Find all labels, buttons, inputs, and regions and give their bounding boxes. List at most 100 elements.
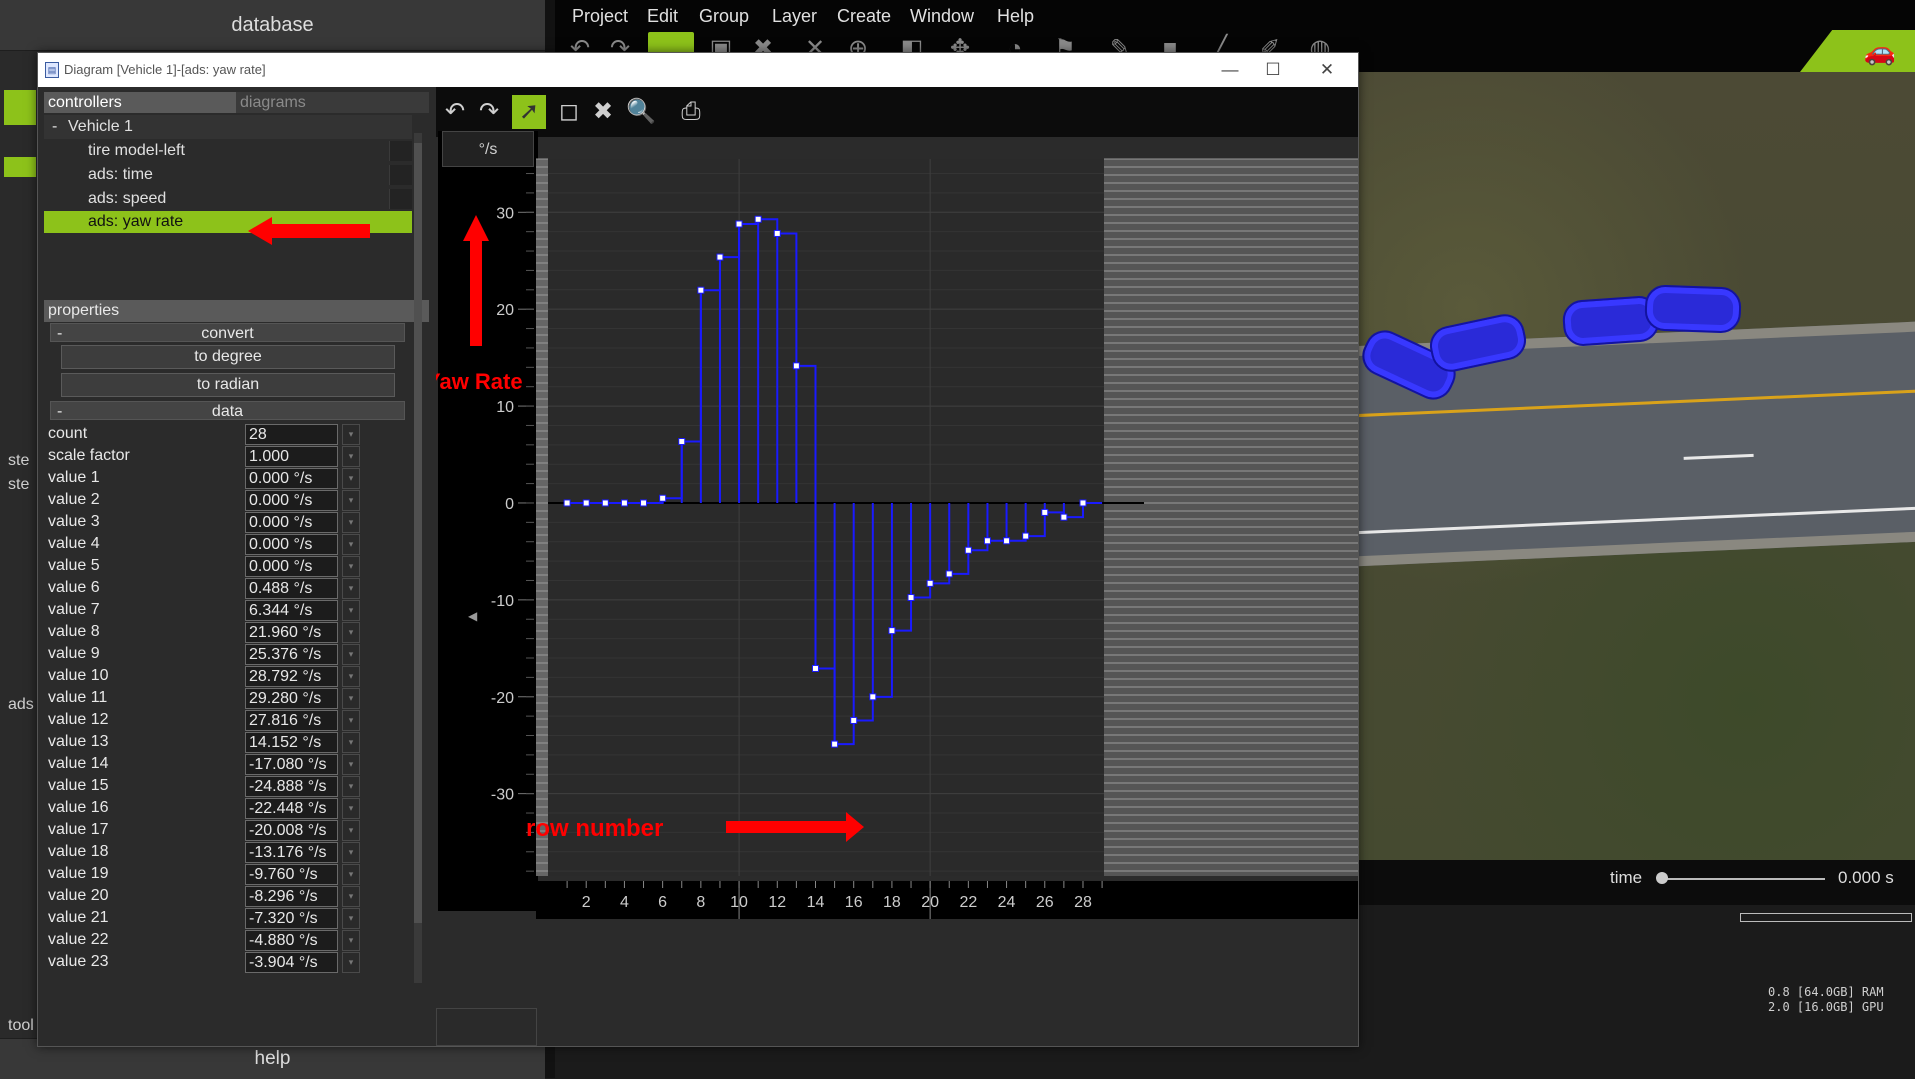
data-point[interactable]	[1041, 508, 1049, 516]
to-radian-button[interactable]: to radian	[61, 373, 395, 397]
chevron-down-icon[interactable]: ▾	[342, 578, 360, 599]
property-value-field[interactable]: 0.000 °/s	[245, 490, 338, 511]
menu-help[interactable]: Help	[997, 6, 1034, 27]
data-point[interactable]	[850, 716, 858, 724]
tab-controllers[interactable]: controllers	[44, 92, 236, 113]
chevron-down-icon[interactable]: ▾	[342, 908, 360, 929]
maximize-button[interactable]: ☐	[1253, 57, 1293, 83]
property-value-field[interactable]: -20.008 °/s	[245, 820, 338, 841]
zoom-icon[interactable]: 🔍	[624, 95, 658, 129]
minimize-button[interactable]: —	[1210, 57, 1250, 83]
chevron-down-icon[interactable]: ▾	[342, 512, 360, 533]
group-collapse-toggle[interactable]: -	[57, 324, 62, 343]
tree-item-ads-time[interactable]: ads: time	[44, 163, 412, 187]
property-value-field[interactable]: 27.816 °/s	[245, 710, 338, 731]
property-value-field[interactable]: 1.000	[245, 446, 338, 467]
time-slider-handle[interactable]	[1656, 872, 1668, 884]
property-value-field[interactable]: 21.960 °/s	[245, 622, 338, 643]
chevron-down-icon[interactable]: ▾	[342, 710, 360, 731]
chevron-down-icon[interactable]: ▾	[342, 622, 360, 643]
chevron-down-icon[interactable]: ▾	[342, 424, 360, 445]
properties-scrollbar-thumb[interactable]	[414, 143, 422, 923]
chevron-down-icon[interactable]: ▾	[342, 864, 360, 885]
chevron-down-icon[interactable]: ▾	[342, 666, 360, 687]
delete-icon[interactable]: ✖	[586, 95, 620, 129]
data-point[interactable]	[678, 437, 686, 445]
rectangle-select-icon[interactable]: ◻	[552, 95, 586, 129]
chevron-down-icon[interactable]: ▾	[342, 886, 360, 907]
chevron-down-icon[interactable]: ▾	[342, 776, 360, 797]
menu-layer[interactable]: Layer	[772, 6, 817, 27]
yaw-rate-chart[interactable]: 3020100-10-20-302 4 6 8 10 12 14 16 18 20 22 24 26 28…	[436, 131, 1358, 1046]
data-point[interactable]	[659, 494, 667, 502]
property-value-field[interactable]: -13.176 °/s	[245, 842, 338, 863]
close-button[interactable]: ✕	[1307, 57, 1347, 83]
tree-node-vehicle[interactable]: - Vehicle 1	[44, 115, 412, 139]
chevron-down-icon[interactable]: ▾	[342, 600, 360, 621]
data-point[interactable]	[964, 546, 972, 554]
menu-edit[interactable]: Edit	[647, 6, 678, 27]
undo-icon[interactable]: ↶	[438, 95, 472, 129]
data-point[interactable]	[1003, 537, 1011, 545]
data-point[interactable]	[735, 220, 743, 228]
data-point[interactable]	[831, 740, 839, 748]
data-point[interactable]	[926, 579, 934, 587]
window-title-bar[interactable]: ▤ Diagram [Vehicle 1]-[ads: yaw rate] — …	[38, 53, 1358, 87]
property-value-field[interactable]: -8.296 °/s	[245, 886, 338, 907]
property-value-field[interactable]: 0.488 °/s	[245, 578, 338, 599]
data-point[interactable]	[1079, 499, 1087, 507]
database-title[interactable]: database	[0, 0, 545, 51]
group-collapse-toggle[interactable]: -	[57, 402, 62, 421]
property-value-field[interactable]: 0.000 °/s	[245, 556, 338, 577]
pointer-tool-icon[interactable]: ➚	[512, 95, 546, 129]
chevron-down-icon[interactable]: ▾	[342, 644, 360, 665]
property-value-field[interactable]: -4.880 °/s	[245, 930, 338, 951]
tree-item-cell[interactable]	[389, 141, 412, 161]
to-degree-button[interactable]: to degree	[61, 345, 395, 369]
print-icon[interactable]: ⎙	[674, 95, 708, 129]
chevron-down-icon[interactable]: ▾	[342, 952, 360, 973]
menu-group[interactable]: Group	[699, 6, 749, 27]
tree-item-ads-speed[interactable]: ads: speed	[44, 187, 412, 211]
data-point[interactable]	[716, 253, 724, 261]
property-value-field[interactable]: 28	[245, 424, 338, 445]
data-point[interactable]	[869, 693, 877, 701]
property-value-field[interactable]: -9.760 °/s	[245, 864, 338, 885]
convert-group-header[interactable]: - convert	[50, 323, 405, 342]
data-point[interactable]	[601, 499, 609, 507]
property-value-field[interactable]: 0.000 °/s	[245, 468, 338, 489]
data-point[interactable]	[945, 570, 953, 578]
chevron-down-icon[interactable]: ▾	[342, 820, 360, 841]
scene-viewport[interactable]	[1355, 72, 1915, 860]
tree-item-cell[interactable]	[389, 189, 412, 209]
property-value-field[interactable]: 29.280 °/s	[245, 688, 338, 709]
data-point[interactable]	[983, 537, 991, 545]
data-point[interactable]	[582, 499, 590, 507]
tree-item-tire-model-left[interactable]: tire model-left	[44, 139, 412, 163]
property-value-field[interactable]: 0.000 °/s	[245, 512, 338, 533]
chevron-down-icon[interactable]: ▾	[342, 468, 360, 489]
data-point[interactable]	[811, 664, 819, 672]
redo-icon[interactable]: ↷	[472, 95, 506, 129]
tab-diagrams[interactable]: diagrams	[236, 92, 429, 113]
data-point[interactable]	[888, 627, 896, 635]
menu-create[interactable]: Create	[837, 6, 891, 27]
data-point[interactable]	[563, 499, 571, 507]
tree-item-cell[interactable]	[389, 165, 412, 185]
property-value-field[interactable]: -3.904 °/s	[245, 952, 338, 973]
chevron-down-icon[interactable]: ▾	[342, 490, 360, 511]
chevron-down-icon[interactable]: ▾	[342, 754, 360, 775]
chevron-down-icon[interactable]: ▾	[342, 556, 360, 577]
data-point[interactable]	[792, 362, 800, 370]
data-point[interactable]	[773, 229, 781, 237]
property-value-field[interactable]: -24.888 °/s	[245, 776, 338, 797]
data-point[interactable]	[907, 594, 915, 602]
data-point[interactable]	[640, 499, 648, 507]
property-value-field[interactable]: -17.080 °/s	[245, 754, 338, 775]
data-group-header[interactable]: - data	[50, 401, 405, 420]
chevron-down-icon[interactable]: ▾	[342, 798, 360, 819]
property-value-field[interactable]: 0.000 °/s	[245, 534, 338, 555]
chevron-down-icon[interactable]: ▾	[342, 688, 360, 709]
property-value-field[interactable]: 28.792 °/s	[245, 666, 338, 687]
property-value-field[interactable]: -22.448 °/s	[245, 798, 338, 819]
